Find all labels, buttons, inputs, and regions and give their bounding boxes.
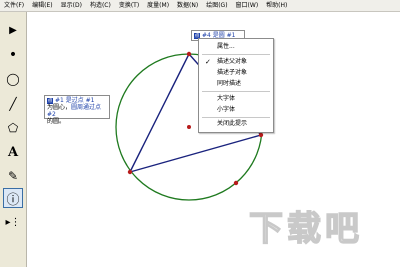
- point-right[interactable]: [258, 132, 264, 138]
- compass-tool-icon[interactable]: ◯: [3, 69, 23, 89]
- arrow-tool-icon[interactable]: ▶: [3, 20, 23, 40]
- point-icon: 点: [47, 97, 53, 104]
- menu-item-close-tip[interactable]: 关闭此提示: [199, 119, 273, 129]
- menu-display[interactable]: 显示(D): [57, 0, 86, 11]
- site-watermark: 下载吧: [248, 208, 363, 249]
- menu-item-describe-children[interactable]: 描述子对象: [199, 68, 273, 78]
- menu-construct[interactable]: 构造(C): [86, 0, 115, 11]
- callout-text-end: 的圆。: [47, 118, 66, 125]
- marker-tool-icon[interactable]: ✎: [3, 166, 23, 186]
- callout-title: #1 是过点 #1: [55, 97, 95, 104]
- menu-window[interactable]: 窗口(W): [232, 0, 263, 11]
- menu-transform[interactable]: 变换(T): [115, 0, 143, 11]
- menu-graph[interactable]: 绘图(G): [202, 0, 231, 11]
- menu-data[interactable]: 数据(N): [173, 0, 202, 11]
- menu-item-large-font[interactable]: 大字体: [199, 94, 273, 104]
- menu-separator: [202, 54, 270, 55]
- custom-tool-icon[interactable]: ▸⋮: [3, 212, 23, 232]
- watermark-text: 下载吧: [249, 209, 363, 249]
- checkmark-icon: ✓: [205, 58, 211, 66]
- menu-separator: [202, 117, 270, 118]
- menubar: 文件(F) 编辑(E) 显示(D) 构造(C) 变换(T) 度量(M) 数据(N…: [0, 0, 400, 12]
- menu-item-describe-both[interactable]: 同时描述: [199, 79, 273, 89]
- point-tool-icon[interactable]: •: [3, 45, 23, 65]
- menu-help[interactable]: 帮助(H): [262, 0, 291, 11]
- text-tool-icon[interactable]: A: [3, 142, 23, 162]
- callout-text: 为圆心，: [47, 104, 72, 111]
- segment-c[interactable]: [129, 134, 262, 173]
- context-menu: 属性... ✓ 描述父对象 描述子对象 同时描述 大字体 小字体 关闭此提示: [198, 38, 274, 133]
- menu-item-small-font[interactable]: 小字体: [199, 105, 273, 115]
- object-info-callout[interactable]: 点 #1 是过点 #1 为圆心，圆周通过点 #2 的圆。: [44, 95, 110, 125]
- polygon-tool-icon[interactable]: ⬠: [3, 118, 23, 138]
- menu-separator: [202, 91, 270, 92]
- point-top[interactable]: [186, 51, 192, 57]
- point-left[interactable]: [127, 169, 133, 175]
- menu-file[interactable]: 文件(F): [0, 0, 28, 11]
- menu-item-properties[interactable]: 属性...: [199, 42, 273, 52]
- line-tool-icon[interactable]: ╱: [3, 94, 23, 114]
- menu-measure[interactable]: 度量(M): [143, 0, 173, 11]
- menu-edit[interactable]: 编辑(E): [28, 0, 56, 11]
- point-bottom-right[interactable]: [233, 180, 239, 186]
- center-point[interactable]: [187, 125, 191, 129]
- menu-item-describe-parents[interactable]: ✓ 描述父对象: [199, 57, 273, 67]
- toolbox: ▶ • ◯ ╱ ⬠ A ✎ ⓘ ▸⋮: [0, 12, 27, 267]
- segment-a[interactable]: [129, 53, 190, 173]
- info-tool-icon[interactable]: ⓘ: [3, 188, 23, 208]
